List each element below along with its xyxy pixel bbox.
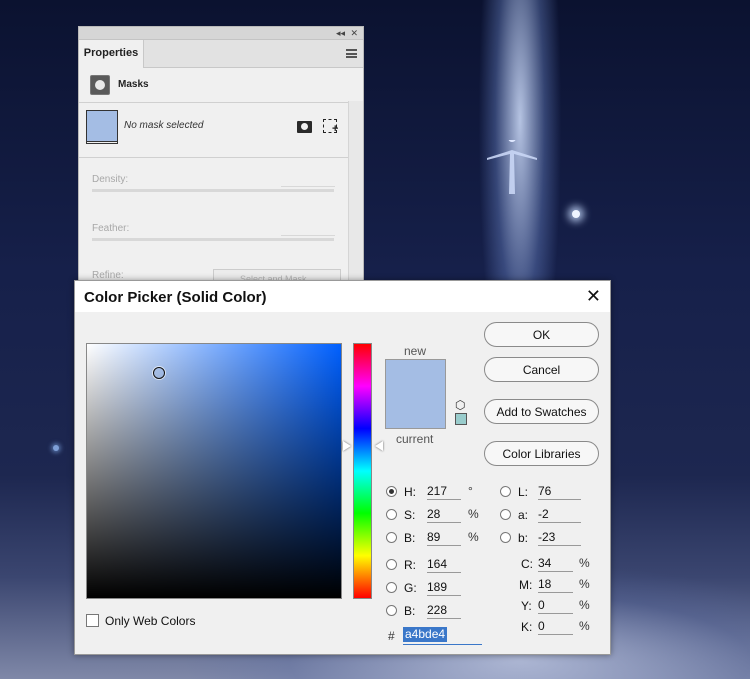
saturation-input[interactable]: 28 — [427, 507, 461, 523]
red-label: R: — [404, 558, 416, 572]
lightness-radio[interactable] — [500, 486, 511, 497]
current-color-swatch[interactable] — [385, 393, 446, 429]
density-label: Density: — [92, 174, 129, 185]
color-picker-dialog: Color Picker (Solid Color) ✕ new current… — [74, 280, 611, 655]
density-slider[interactable] — [92, 189, 334, 192]
panel-menu-icon[interactable] — [346, 49, 357, 58]
b-channel-radio[interactable] — [500, 532, 511, 543]
web-safe-cube-icon[interactable]: ⬡ — [455, 399, 465, 411]
blue-label: B: — [404, 604, 416, 618]
hue-label: H: — [404, 485, 416, 499]
add-vector-mask-icon[interactable] — [323, 119, 338, 134]
green-radio[interactable] — [386, 582, 397, 593]
color-field-cursor[interactable] — [153, 367, 165, 379]
hue-slider-handle-left[interactable] — [343, 441, 351, 451]
ok-button[interactable]: OK — [484, 322, 599, 347]
mask-status-text: No mask selected — [124, 120, 204, 131]
tab-properties[interactable]: Properties — [79, 40, 144, 68]
dialog-title: Color Picker (Solid Color) — [84, 289, 267, 306]
red-radio[interactable] — [386, 559, 397, 570]
percent-unit: % — [579, 598, 590, 612]
density-input[interactable] — [281, 186, 335, 187]
percent-unit: % — [468, 530, 479, 544]
green-input[interactable]: 189 — [427, 580, 461, 596]
blue-radio[interactable] — [386, 605, 397, 616]
red-input[interactable]: 164 — [427, 557, 461, 573]
collapse-panel-icon[interactable]: ◂◂ — [336, 27, 345, 39]
degree-unit: ° — [468, 484, 473, 498]
magenta-input[interactable]: 18 — [538, 577, 573, 593]
brightness-radio[interactable] — [386, 532, 397, 543]
brightness-input[interactable]: 89 — [427, 530, 461, 546]
percent-unit: % — [468, 507, 479, 521]
only-web-colors-label[interactable]: Only Web Colors — [105, 614, 195, 628]
black-label: K: — [521, 620, 533, 634]
saturation-radio[interactable] — [386, 509, 397, 520]
add-to-swatches-button[interactable]: Add to Swatches — [484, 399, 599, 424]
new-color-label: new — [404, 344, 427, 358]
hex-value: a4bde4 — [403, 627, 448, 642]
percent-unit: % — [579, 577, 590, 591]
properties-panel: ◂◂ ✕ Properties Masks No mask selected D… — [78, 26, 364, 287]
masks-title: Masks — [118, 79, 149, 90]
mask-icon — [90, 75, 110, 95]
hex-sign: # — [388, 629, 395, 643]
star — [53, 445, 59, 451]
cancel-button[interactable]: Cancel — [484, 357, 599, 382]
hue-slider[interactable] — [353, 343, 372, 599]
star — [572, 210, 580, 218]
feather-slider[interactable] — [92, 238, 334, 241]
color-libraries-button[interactable]: Color Libraries — [484, 441, 599, 466]
new-color-swatch — [385, 359, 446, 393]
b-channel-input[interactable]: -23 — [538, 530, 581, 546]
hue-radio[interactable] — [386, 486, 397, 497]
close-icon[interactable]: ✕ — [586, 286, 601, 306]
feather-label: Feather: — [92, 223, 130, 234]
a-channel-label: a: — [518, 508, 529, 522]
yellow-label: Y: — [521, 599, 532, 613]
hue-input[interactable]: 217 — [427, 484, 461, 500]
hue-slider-handle-right[interactable] — [375, 441, 383, 451]
a-channel-input[interactable]: -2 — [538, 507, 581, 523]
hex-input[interactable]: a4bde4 — [403, 627, 482, 645]
current-color-label: current — [396, 432, 434, 446]
lightness-label: L: — [518, 485, 529, 499]
green-label: G: — [404, 581, 417, 595]
blue-input[interactable]: 228 — [427, 603, 461, 619]
feather-input[interactable] — [281, 235, 335, 236]
close-panel-icon[interactable]: ✕ — [350, 27, 358, 39]
web-safe-swatch[interactable] — [455, 413, 467, 425]
masks-header: Masks — [79, 68, 363, 103]
percent-unit: % — [579, 619, 590, 633]
cyan-input[interactable]: 34 — [538, 556, 573, 572]
b-channel-label: b: — [518, 531, 529, 545]
black-input[interactable]: 0 — [538, 619, 573, 635]
yellow-input[interactable]: 0 — [538, 598, 573, 614]
brightness-label: B: — [404, 531, 416, 545]
saturation-label: S: — [404, 508, 416, 522]
color-field[interactable] — [86, 343, 342, 599]
thumbnail-base — [86, 141, 118, 144]
floating-figure — [487, 140, 537, 194]
magenta-label: M: — [519, 578, 533, 592]
lightness-input[interactable]: 76 — [538, 484, 581, 500]
panel-scrollbar[interactable] — [348, 101, 363, 286]
cyan-label: C: — [521, 557, 533, 571]
percent-unit: % — [579, 556, 590, 570]
add-pixel-mask-icon[interactable] — [297, 121, 312, 133]
dialog-titlebar: Color Picker (Solid Color) ✕ — [75, 281, 610, 312]
mask-selection-row: No mask selected — [79, 103, 363, 158]
panel-tabs: Properties — [79, 40, 363, 68]
only-web-colors-checkbox[interactable] — [86, 614, 99, 627]
panel-title-strip: ◂◂ ✕ — [79, 27, 363, 40]
layer-thumbnail[interactable] — [86, 110, 118, 142]
a-channel-radio[interactable] — [500, 509, 511, 520]
